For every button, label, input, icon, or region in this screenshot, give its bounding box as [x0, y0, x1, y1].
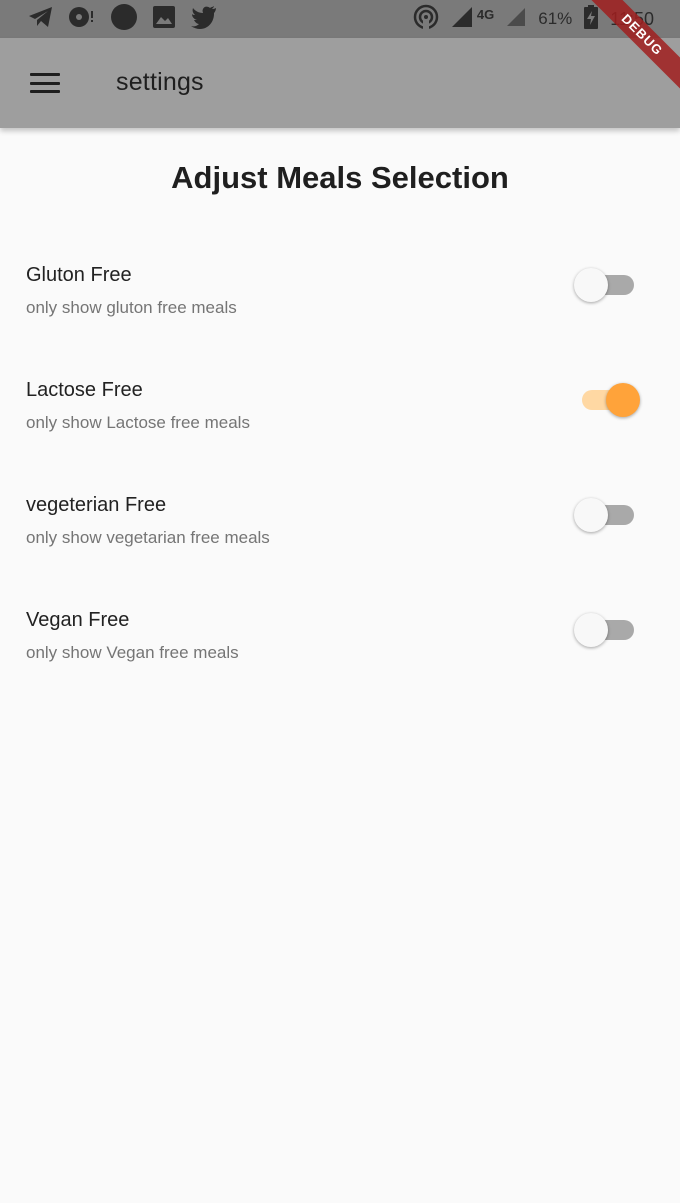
- battery-charging-icon: [584, 4, 599, 34]
- setting-title: Vegan Free: [26, 609, 130, 631]
- status-bar: 4G 61% 11:50: [0, 0, 680, 38]
- gluten-free-switch[interactable]: [574, 268, 642, 302]
- signal-icon: [451, 6, 473, 33]
- switch-thumb: [574, 613, 608, 647]
- setting-title: Gluton Free: [26, 264, 132, 286]
- podcast-icon: [68, 5, 96, 34]
- image-icon: [152, 5, 176, 34]
- signal-weak-icon: [506, 7, 526, 32]
- setting-subtitle: only show Vegan free meals: [26, 643, 239, 662]
- setting-subtitle: only show Lactose free meals: [26, 413, 250, 432]
- status-right-icons: 4G 61% 11:50: [401, 4, 654, 35]
- circle-icon: [110, 3, 138, 36]
- battery-percent: 61%: [538, 9, 573, 28]
- switch-thumb: [574, 268, 608, 302]
- switch-thumb: [574, 498, 608, 532]
- setting-title: Lactose Free: [26, 379, 143, 401]
- switch-thumb: [606, 383, 640, 417]
- telegram-icon: [28, 5, 54, 34]
- setting-item-vegetarian-free[interactable]: vegeterian Free only show vegetarian fre…: [0, 494, 680, 574]
- setting-item-gluten-free[interactable]: Gluton Free only show gluton free meals: [0, 264, 680, 344]
- page-heading: Adjust Meals Selection: [171, 160, 509, 195]
- hotspot-icon: [413, 4, 439, 35]
- vegan-free-switch[interactable]: [574, 613, 642, 647]
- app-bar-title: settings: [116, 68, 204, 96]
- setting-item-vegan-free[interactable]: Vegan Free only show Vegan free meals: [0, 609, 680, 689]
- vegetarian-free-switch[interactable]: [574, 498, 642, 532]
- setting-item-lactose-free[interactable]: Lactose Free only show Lactose free meal…: [0, 379, 680, 459]
- hamburger-menu-icon[interactable]: [30, 73, 60, 93]
- lactose-free-switch[interactable]: [574, 383, 642, 417]
- network-type-label: 4G: [476, 6, 495, 22]
- app-bar: settings: [0, 38, 680, 128]
- status-left-icons: [28, 3, 232, 36]
- setting-subtitle: only show vegetarian free meals: [26, 528, 270, 547]
- clock: 11:50: [610, 8, 654, 29]
- twitter-icon: [190, 5, 218, 34]
- setting-subtitle: only show gluton free meals: [26, 298, 237, 317]
- setting-title: vegeterian Free: [26, 494, 167, 516]
